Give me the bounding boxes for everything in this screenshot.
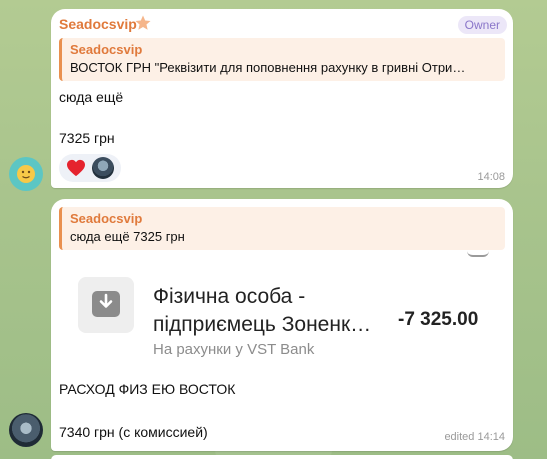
download-icon <box>99 293 113 308</box>
star-icon <box>135 15 151 30</box>
download-icon-box[interactable] <box>78 277 134 333</box>
sender-name[interactable]: Seadocsvip <box>59 16 137 32</box>
transaction-subtitle: На рахунки у VST Bank <box>153 341 315 358</box>
message-text: РАСХОД ФИЗ ЕЮ ВОСТОК <box>59 381 236 397</box>
transaction-amount: -7 325.00 <box>398 309 479 330</box>
smiley-icon <box>17 165 35 183</box>
reply-sender: Seadocsvip <box>70 211 143 226</box>
message-text: 7325 грн <box>59 130 115 146</box>
message-bubble-partial[interactable] <box>51 455 513 459</box>
reply-sender: Seadocsvip <box>70 42 143 57</box>
reply-quote[interactable]: Seadocsvip сюда ещё 7325 грн <box>59 207 505 250</box>
transaction-title: підприємець Зоненк… <box>153 313 372 336</box>
owner-badge: Owner <box>457 16 507 34</box>
reply-text: сюда ещё 7325 грн <box>70 229 185 244</box>
message-bubble[interactable]: Seadocsvip Owner Seadocsvip ВОСТОК ГРН "… <box>51 9 513 188</box>
message-bubble[interactable]: Seadocsvip сюда ещё 7325 грн Фізична осо… <box>51 199 513 451</box>
reply-text: ВОСТОК ГРН "Реквізити для поповнення рах… <box>70 60 466 75</box>
reactions-bar[interactable] <box>59 154 121 182</box>
message-text: 7340 грн (с комиссией) <box>59 424 208 440</box>
drag-handle <box>467 251 489 257</box>
message-time: edited 14:14 <box>444 431 505 443</box>
reaction-user-avatar[interactable] <box>92 157 114 179</box>
heart-icon[interactable] <box>66 159 86 177</box>
message-time: 14:08 <box>477 171 505 183</box>
transaction-title: Фізична особа - <box>153 285 306 308</box>
sender-avatar[interactable] <box>9 157 43 191</box>
message-text: сюда ещё <box>59 89 124 105</box>
reply-quote[interactable]: Seadocsvip ВОСТОК ГРН "Реквізити для поп… <box>59 38 505 81</box>
sender-avatar[interactable] <box>9 413 43 447</box>
